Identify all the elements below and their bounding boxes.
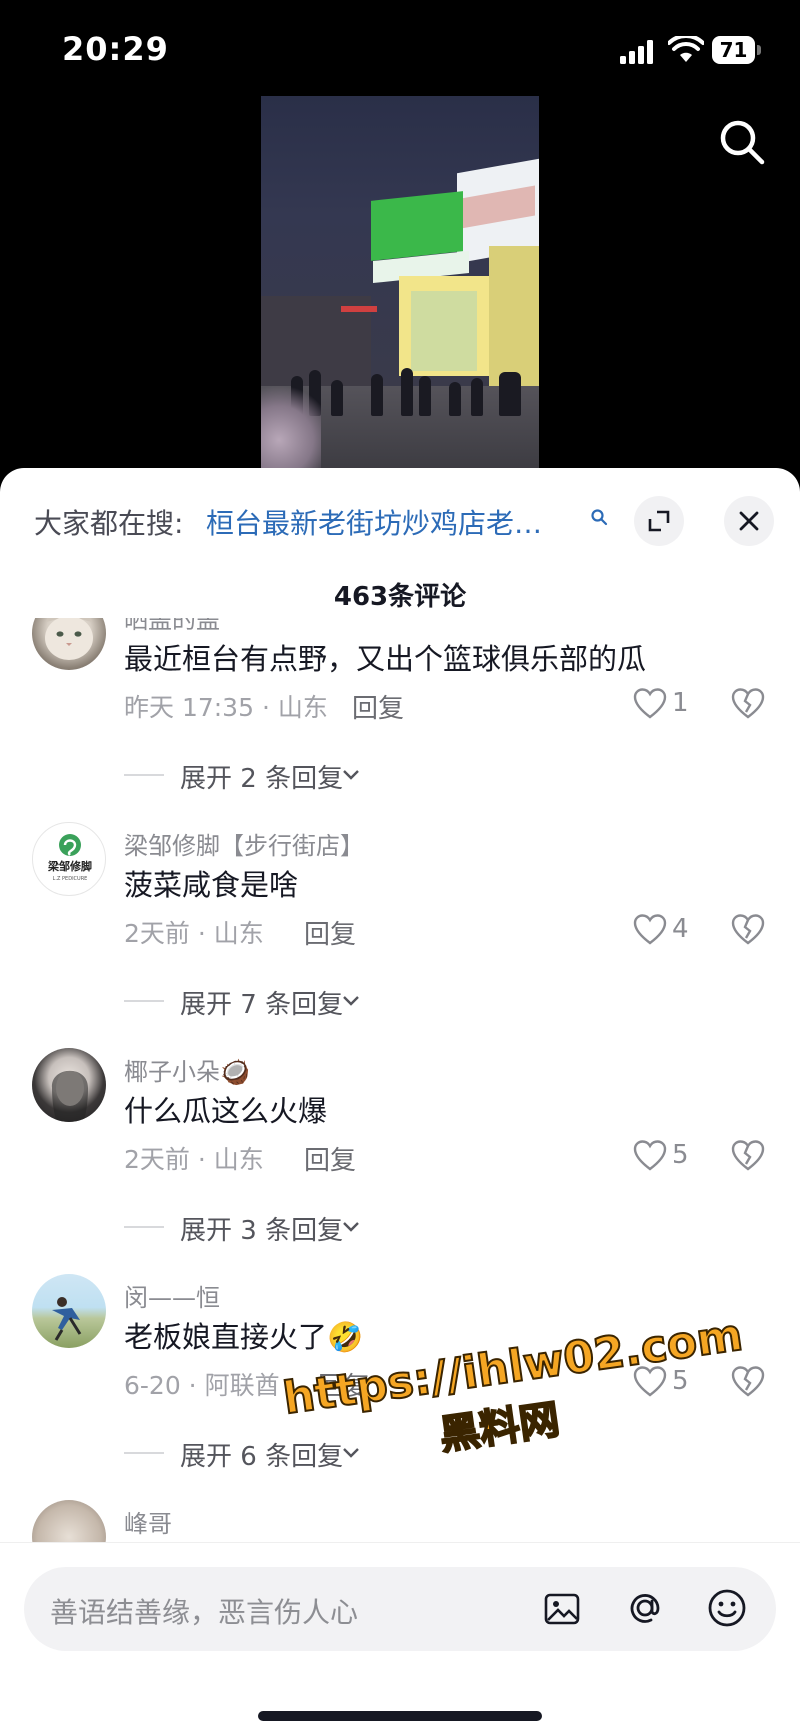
broken-heart-icon[interactable] [730,1364,766,1400]
heart-icon[interactable] [632,1138,668,1174]
avatar-logo-text: 梁邹修脚 [47,859,92,873]
avatar[interactable] [32,1048,106,1122]
comment-username[interactable]: 椰子小朵🥥 [124,1052,250,1087]
like-count: 1 [672,688,689,718]
avatar[interactable] [32,618,106,670]
home-indicator [258,1711,542,1721]
at-icon[interactable] [624,1587,666,1629]
comment-text: 老板娘直接火了🤣 [124,1320,364,1354]
comment-count: 463条评论 [333,582,467,612]
reply-button[interactable]: 回复 [304,914,356,951]
comment-meta: 2天前 · 山东 [124,919,264,948]
comment-text: 菠菜咸食是啥 [124,868,299,902]
reply-button[interactable]: 回复 [304,1140,356,1177]
comment-text: 什么瓜这么火爆 [124,1094,328,1128]
comment-meta: 6-20 · 阿联酋 [124,1371,280,1400]
expand-button[interactable] [634,496,684,546]
chevron-down-icon [343,770,359,780]
battery-level: 71 [719,38,748,62]
avatar[interactable]: 梁邹修脚 L.Z PEDICURE [32,822,106,896]
expand-replies-label: 展开 3 条回复 [180,1216,344,1246]
expand-replies-button[interactable]: 展开 2 条回复 [124,758,424,794]
search-icon[interactable] [716,116,768,168]
status-bar: 20:29 71 [0,0,800,100]
broken-heart-icon[interactable] [730,686,766,722]
expand-replies-label: 展开 2 条回复 [180,764,344,794]
image-icon[interactable] [542,1589,582,1629]
comment-item: 晒盖的盖 最近桓台有点野，又出个篮球俱乐部的瓜 昨天 17:35 · 山东 回复… [0,618,800,822]
expand-replies-button[interactable]: 展开 7 条回复 [124,984,424,1020]
like-count: 4 [672,914,689,944]
avatar-logo-sub: L.Z PEDICURE [53,876,88,882]
broken-heart-icon[interactable] [730,912,766,948]
status-time: 20:29 [62,30,169,68]
input-placeholder: 善语结善缘，恶言伤人心 [50,1596,359,1629]
comment-item: 梁邹修脚 L.Z PEDICURE 梁邹修脚【步行街店】 菠菜咸食是啥 2天前 … [0,822,800,1048]
expand-icon [648,510,670,532]
search-query-link[interactable]: 桓台最新老街坊炒鸡店老… [206,502,582,542]
comment-meta: 昨天 17:35 · 山东 [124,693,328,722]
comment-text: 最近桓台有点野，又出个篮球俱乐部的瓜 [124,642,647,676]
signal-icon [620,40,653,64]
comment-input-bar: 善语结善缘，恶言伤人心 [0,1542,800,1732]
emoji-icon[interactable] [706,1587,748,1629]
like-count: 5 [672,1140,689,1170]
reply-button[interactable]: 回复 [352,688,404,725]
chevron-down-icon [343,1222,359,1232]
close-icon [739,511,759,531]
search-icon [591,509,608,526]
close-button[interactable] [724,496,774,546]
wifi-icon [668,36,704,62]
expand-replies-label: 展开 7 条回复 [180,990,344,1020]
comment-input[interactable]: 善语结善缘，恶言伤人心 [24,1567,776,1651]
avatar[interactable] [32,1274,106,1348]
heart-icon[interactable] [632,912,668,948]
search-suggestion-bar[interactable]: 大家都在搜: 桓台最新老街坊炒鸡店老… [0,468,800,568]
comment-username[interactable]: 梁邹修脚【步行街店】 [124,826,364,861]
broken-heart-icon[interactable] [730,1138,766,1174]
heart-icon[interactable] [632,686,668,722]
comment-username[interactable]: 晒盖的盖 [124,618,220,635]
battery-icon: 71 [712,36,761,64]
comment-username[interactable]: 闵——恒 [124,1278,220,1313]
search-prefix: 大家都在搜: [34,507,184,540]
video-thumbnail[interactable] [261,96,539,476]
chevron-down-icon [343,996,359,1006]
comment-item: 椰子小朵🥥 什么瓜这么火爆 2天前 · 山东 回复 5 展开 3 条回复 [0,1048,800,1274]
comment-meta: 2天前 · 山东 [124,1145,264,1174]
expand-replies-button[interactable]: 展开 3 条回复 [124,1210,424,1246]
comment-username[interactable]: 峰哥 [124,1504,172,1539]
